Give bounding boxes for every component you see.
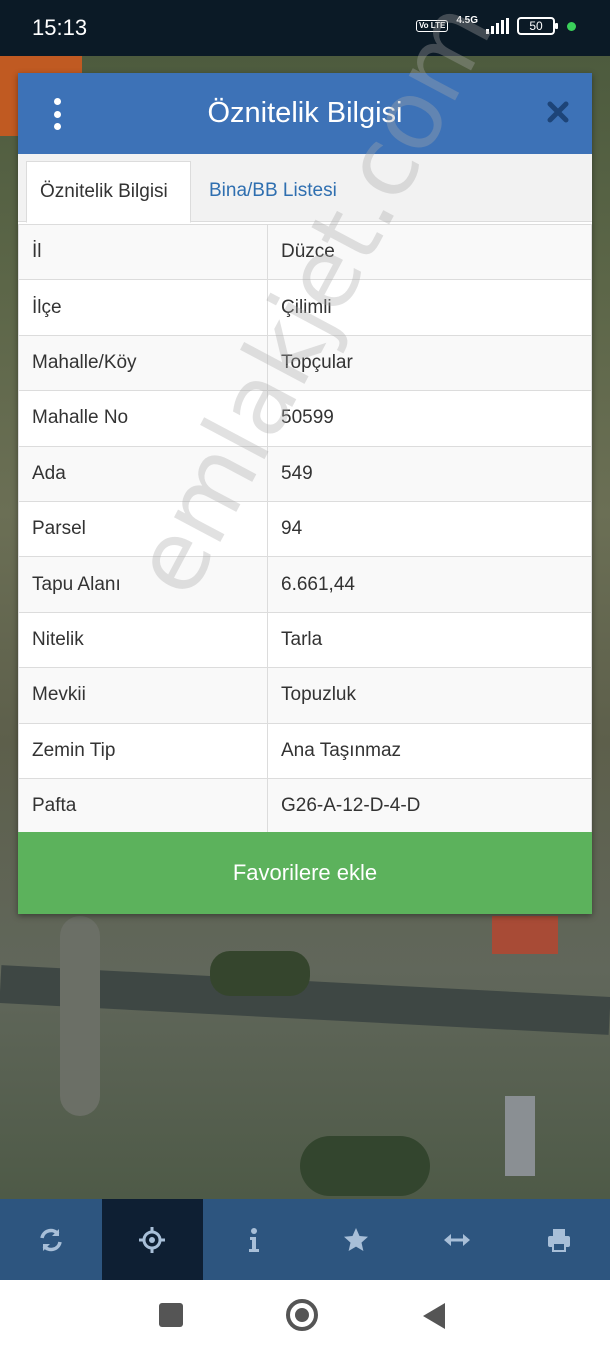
table-row: Nitelik Tarla [18,611,592,669]
print-icon [547,1228,570,1252]
tab-attribute-info[interactable]: Öznitelik Bilgisi [26,161,191,223]
attribute-table: İl Düzce İlçe Çilimli Mahalle/Köy Topçular … [18,223,592,835]
table-row: Ada 549 [18,445,592,502]
status-time: 15:13 [32,15,88,40]
attribute-key: Ada [18,445,268,502]
attribute-value: 6.661,44 [267,556,592,613]
refresh-button[interactable] [0,1199,102,1280]
attribute-key: Nitelik [18,611,268,669]
map-vegetation [210,951,310,996]
attribute-value: 50599 [267,390,592,447]
home-icon[interactable] [286,1299,318,1331]
table-row: Parsel 94 [18,500,592,558]
table-row: Mahalle No 50599 [18,390,592,447]
table-row: İlçe Çilimli [18,279,592,336]
attribute-key: Zemin Tip [18,722,268,779]
attribute-key: Parsel [18,500,268,558]
close-icon[interactable] [546,100,570,124]
measure-button[interactable] [406,1199,508,1280]
battery-icon: 50 [517,17,558,35]
attribute-value: 549 [267,445,592,502]
attribute-value: Topuzluk [267,667,592,724]
star-icon [343,1227,368,1251]
info-icon [248,1227,259,1252]
attribute-key: Mahalle No [18,390,268,447]
attribute-key: Mevkii [18,667,268,724]
dialog-header: Öznitelik Bilgisi [18,73,592,154]
attribute-value: 94 [267,500,592,558]
tab-bar: Öznitelik Bilgisi Bina/BB Listesi [18,154,592,223]
table-row: Pafta G26-A-12-D-4-D [18,777,592,835]
attribute-key: Tapu Alanı [18,556,268,613]
info-button[interactable] [203,1199,305,1280]
attribute-value: Düzce [267,223,592,281]
locate-button[interactable] [101,1199,204,1280]
map-building [492,916,558,954]
back-icon[interactable] [423,1303,445,1329]
tab-building-list[interactable]: Bina/BB Listesi [196,161,350,223]
table-row: Mahalle/Köy Topçular [18,334,592,392]
favorites-button[interactable] [305,1199,407,1280]
attribute-info-dialog: Öznitelik Bilgisi Öznitelik Bilgisi Bina… [18,73,592,914]
system-navigation-bar [0,1280,610,1356]
crosshair-icon [139,1226,166,1253]
dialog-title: Öznitelik Bilgisi [207,97,403,129]
attribute-value: Çilimli [267,279,592,336]
map-building [505,1096,535,1176]
attribute-value: Tarla [267,611,592,669]
attribute-key: Pafta [18,777,268,835]
print-button[interactable] [508,1199,610,1280]
map-vegetation [300,1136,430,1196]
status-bar: 15:13 Vo LTE 4.5G 50 [0,0,610,56]
status-icons: Vo LTE 4.5G 50 [415,14,576,35]
bottom-toolbar [0,1199,610,1280]
attribute-key: İl [18,223,268,281]
attribute-key: İlçe [18,279,268,336]
privacy-indicator-dot [567,21,576,31]
table-row: Mevkii Topuzluk [18,667,592,724]
network-type: 4.5G [456,14,478,26]
measure-icon [444,1233,471,1246]
attribute-value: Topçular [267,334,592,392]
refresh-icon [40,1228,62,1251]
recent-apps-icon[interactable] [159,1303,183,1327]
signal-icon [486,18,509,34]
table-row: Zemin Tip Ana Taşınmaz [18,722,592,779]
table-row: Tapu Alanı 6.661,44 [18,556,592,613]
attribute-value: Ana Taşınmaz [267,722,592,779]
add-to-favorites-button[interactable]: Favorilere ekle [18,832,592,914]
table-row: İl Düzce [18,223,592,281]
attribute-key: Mahalle/Köy [18,334,268,392]
volte-icon: Vo LTE [415,20,449,32]
attribute-value: G26-A-12-D-4-D [267,777,592,835]
map-roundabout [60,916,100,1116]
